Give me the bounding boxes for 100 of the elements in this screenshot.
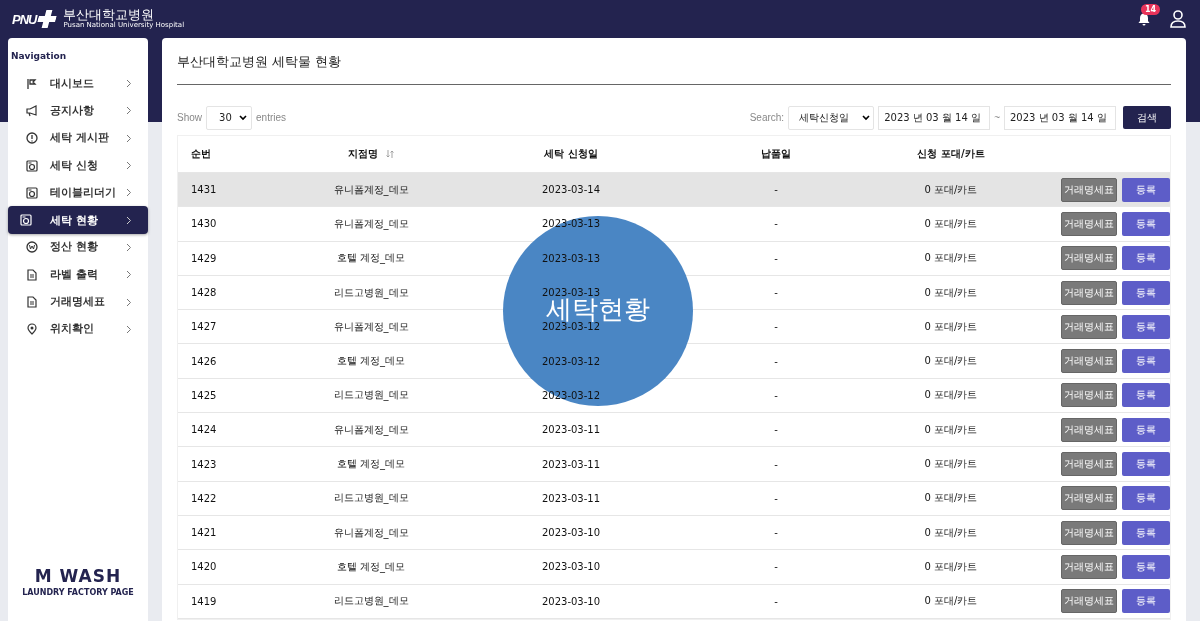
table-cell: 리드고병원_데모 [333, 491, 409, 506]
table-row[interactable]: 1421 유니폼계정_데모 2023-03-10 - 0 포대/카트 거래명세표 등록 [178, 515, 1170, 551]
table-row[interactable]: 1419 리드고병원_데모 2023-03-10 - 0 포대/카트 거래명세표 등록 [178, 584, 1170, 619]
table-cell: 2023-03-11 [541, 458, 601, 470]
table-cell: 2023-03-12 [541, 355, 601, 367]
user-icon[interactable] [1170, 10, 1186, 28]
entries-select[interactable]: 30 [206, 105, 252, 130]
table-cell: 0 포대/카트 [924, 525, 978, 540]
column-header[interactable]: 신청 포대/카트 [851, 136, 1051, 172]
register-button[interactable]: 등록 [1122, 246, 1170, 271]
sidebar-item[interactable]: 라벨 출력 [8, 261, 148, 289]
table-cell: 유니폼계정_데모 [333, 182, 409, 197]
statement-button[interactable]: 거래명세표 [1061, 452, 1117, 476]
washer-icon [20, 214, 32, 227]
register-button[interactable]: 등록 [1122, 211, 1170, 236]
chevron-right-icon [126, 79, 132, 89]
sidebar-item[interactable]: 정산 현황 [8, 233, 148, 262]
location-icon [26, 323, 38, 336]
table-cell: 2023-03-12 [541, 321, 601, 333]
register-button[interactable]: 등록 [1122, 486, 1170, 511]
date-to-field[interactable]: 2023 년 03 월 14 일 [1004, 105, 1116, 130]
table-cell: 1422 [191, 492, 217, 504]
register-button[interactable]: 등록 [1122, 520, 1170, 545]
sidebar-item[interactable]: 대시보드 [8, 70, 148, 98]
column-header[interactable]: 납품일 [701, 136, 851, 172]
statement-button[interactable]: 거래명세표 [1061, 280, 1117, 305]
table-cell: 유니폼계정_데모 [333, 216, 409, 231]
date-separator: ~ [994, 112, 1000, 123]
caret-icon [862, 114, 871, 121]
statement-button[interactable]: 거래명세표 [1061, 554, 1117, 579]
table-row[interactable]: 1431 유니폼계정_데모 2023-03-14 - 0 포대/카트 거래명세표 등록 [178, 173, 1170, 208]
column-header[interactable]: 지점명 [301, 136, 441, 172]
table-row[interactable]: 1424 유니폼계정_데모 2023-03-11 - 0 포대/카트 거래명세표 등록 [178, 413, 1170, 448]
table-cell: 0 포대/카트 [924, 216, 978, 231]
table-cell: 1431 [191, 184, 217, 196]
search-field-select[interactable]: 세탁신청일 [788, 105, 875, 130]
statement-button[interactable]: 거래명세표 [1061, 520, 1117, 545]
table-row[interactable]: 1423 호텔 계정_데모 2023-03-11 - 0 포대/카트 거래명세표 등록 [178, 447, 1170, 482]
sidebar-item[interactable]: 세탁 신청 [8, 151, 148, 180]
brand-subtitle: LAUNDRY FACTORY PAGE [22, 588, 134, 597]
search-button[interactable]: 검색 [1123, 106, 1171, 129]
table-cell: 1423 [191, 458, 217, 470]
table-cell: 1424 [191, 424, 217, 436]
megaphone-icon [26, 104, 38, 117]
show-label: Show [177, 112, 202, 123]
table-cell: 0 포대/카트 [924, 594, 978, 609]
document-icon [26, 296, 38, 308]
register-button[interactable]: 등록 [1122, 314, 1170, 339]
chevron-right-icon [126, 161, 132, 171]
table-cell: 2023-03-13 [541, 287, 601, 299]
table-cell: 0 포대/카트 [924, 491, 978, 506]
statement-button[interactable]: 거래명세표 [1061, 589, 1117, 614]
table-row[interactable]: 1420 호텔 계정_데모 2023-03-10 - 0 포대/카트 거래명세표 등록 [178, 550, 1170, 585]
coin-icon [26, 241, 38, 254]
chevron-right-icon [126, 106, 132, 116]
sidebar-item[interactable]: 세탁 현황 [8, 206, 148, 234]
column-header[interactable]: 순번 [178, 136, 301, 172]
sidebar-item[interactable]: 거래명세표 [8, 288, 148, 316]
table-cell: 유니폼계정_데모 [333, 422, 409, 437]
table-cell: 리드고병원_데모 [333, 285, 409, 300]
sidebar-item[interactable]: 위치확인 [8, 315, 148, 343]
register-button[interactable]: 등록 [1122, 554, 1170, 579]
statement-button[interactable]: 거래명세표 [1061, 383, 1117, 408]
statement-button[interactable]: 거래명세표 [1061, 177, 1117, 202]
register-button[interactable]: 등록 [1122, 452, 1170, 476]
register-button[interactable]: 등록 [1122, 177, 1170, 202]
statement-button[interactable]: 거래명세표 [1061, 314, 1117, 339]
sidebar-item[interactable]: 공지사항 [8, 97, 148, 125]
date-from-field[interactable]: 2023 년 03 월 14 일 [878, 105, 991, 130]
statement-button[interactable]: 거래명세표 [1061, 211, 1117, 236]
register-button[interactable]: 등록 [1122, 280, 1170, 305]
chevron-right-icon [126, 188, 132, 198]
register-button[interactable]: 등록 [1122, 589, 1170, 614]
table-cell: 호텔 계정_데모 [336, 354, 406, 369]
table-cell: 유니폼계정_데모 [333, 525, 409, 540]
table-cell: 호텔 계정_데모 [336, 251, 406, 266]
sidebar-item[interactable]: 테이블리더기 [8, 179, 148, 207]
document-icon [26, 268, 38, 281]
chevron-right-icon [126, 215, 132, 225]
statement-button[interactable]: 거래명세표 [1061, 349, 1117, 374]
notification-button[interactable] [1138, 12, 1150, 26]
logo-mark: PNU [12, 11, 37, 27]
register-button[interactable]: 등록 [1122, 383, 1170, 408]
statement-button[interactable]: 거래명세표 [1061, 246, 1117, 271]
register-button[interactable]: 등록 [1122, 417, 1170, 442]
table-cell: 2023-03-11 [541, 424, 601, 436]
page-title: 부산대학교병원 세탁물 현황 [177, 38, 1171, 85]
alert-icon [26, 132, 38, 145]
column-header[interactable]: 세탁 신청일 [441, 136, 701, 172]
washer-icon [26, 186, 38, 199]
table-cell: - [774, 218, 778, 230]
table-cell: - [774, 458, 778, 470]
chevron-right-icon [126, 133, 132, 143]
table-cell: 2023-03-10 [541, 527, 601, 539]
table-row[interactable]: 1422 리드고병원_데모 2023-03-11 - 0 포대/카트 거래명세표 등록 [178, 481, 1170, 516]
table-cell: 호텔 계정_데모 [336, 559, 406, 574]
statement-button[interactable]: 거래명세표 [1061, 417, 1117, 442]
sidebar-item[interactable]: 세탁 게시판 [8, 124, 148, 152]
statement-button[interactable]: 거래명세표 [1061, 486, 1117, 511]
register-button[interactable]: 등록 [1122, 349, 1170, 374]
